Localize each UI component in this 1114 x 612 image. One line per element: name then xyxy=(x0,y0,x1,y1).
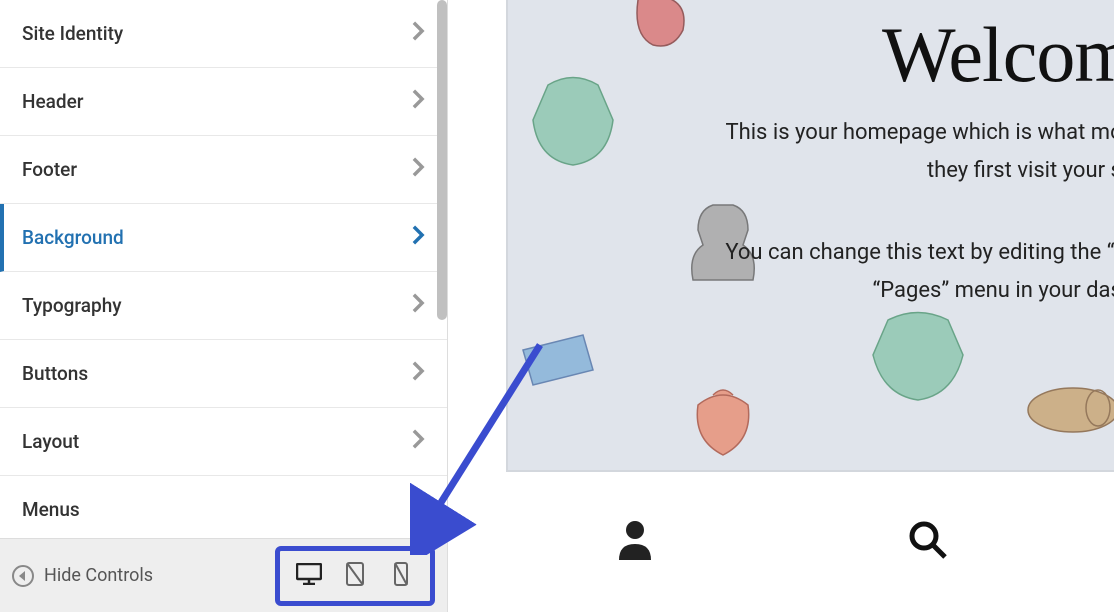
desktop-icon xyxy=(296,563,322,589)
chevron-right-icon xyxy=(411,496,425,523)
preview-footer-bar xyxy=(448,472,1114,612)
chevron-right-icon xyxy=(411,20,425,47)
clothing-illustration xyxy=(673,380,773,470)
sidebar-item-label: Layout xyxy=(22,430,79,453)
chevron-right-icon xyxy=(411,224,425,251)
clothing-illustration xyxy=(858,300,978,410)
device-desktop-button[interactable] xyxy=(294,561,324,591)
preview-text: This is your homepage which is what mos xyxy=(725,120,1114,145)
chevron-right-icon xyxy=(411,428,425,455)
preview-pane: Welcom This is your homepage which is wh… xyxy=(448,0,1114,612)
preview-text: “Pages” menu in your dash xyxy=(872,278,1114,303)
sidebar-item-label: Site Identity xyxy=(22,22,123,45)
sidebar-item-layout[interactable]: Layout xyxy=(0,408,447,476)
preview-banner: Welcom This is your homepage which is wh… xyxy=(506,0,1114,472)
chevron-right-icon xyxy=(411,156,425,183)
clothing-illustration xyxy=(1018,370,1114,450)
sidebar-list: Site Identity Header Footer Background T… xyxy=(0,0,447,538)
clothing-illustration xyxy=(513,330,603,410)
sidebar-item-label: Menus xyxy=(22,498,80,521)
sidebar-footer: Hide Controls xyxy=(0,538,447,612)
sidebar-item-background[interactable]: Background xyxy=(0,204,447,272)
sidebar-item-site-identity[interactable]: Site Identity xyxy=(0,0,447,68)
account-icon[interactable] xyxy=(615,518,655,566)
sidebar-item-label: Buttons xyxy=(22,362,88,385)
tablet-icon xyxy=(346,562,364,590)
device-preview-buttons xyxy=(275,546,435,606)
preview-text: You can change this text by editing the … xyxy=(725,240,1114,265)
mobile-icon xyxy=(394,562,408,590)
search-icon[interactable] xyxy=(908,520,948,564)
device-mobile-button[interactable] xyxy=(386,561,416,591)
chevron-right-icon xyxy=(411,360,425,387)
sidebar-item-label: Background xyxy=(22,226,124,249)
chevron-right-icon xyxy=(411,88,425,115)
clothing-illustration xyxy=(628,0,708,60)
preview-heading: Welcom xyxy=(882,10,1114,100)
sidebar-item-label: Footer xyxy=(22,158,77,181)
clothing-illustration xyxy=(518,70,628,180)
sidebar-item-label: Header xyxy=(22,90,84,113)
hide-controls-button[interactable]: Hide Controls xyxy=(12,565,153,587)
scrollbar[interactable] xyxy=(437,0,447,320)
sidebar-item-header[interactable]: Header xyxy=(0,68,447,136)
sidebar-item-typography[interactable]: Typography xyxy=(0,272,447,340)
sidebar-item-footer[interactable]: Footer xyxy=(0,136,447,204)
chevron-right-icon xyxy=(411,292,425,319)
customizer-sidebar: Site Identity Header Footer Background T… xyxy=(0,0,448,612)
hide-controls-label: Hide Controls xyxy=(44,565,153,586)
collapse-left-icon xyxy=(12,565,34,587)
device-tablet-button[interactable] xyxy=(340,561,370,591)
sidebar-item-label: Typography xyxy=(22,294,122,317)
sidebar-item-buttons[interactable]: Buttons xyxy=(0,340,447,408)
preview-text: they first visit your sh xyxy=(927,158,1114,183)
sidebar-item-menus[interactable]: Menus xyxy=(0,476,447,538)
